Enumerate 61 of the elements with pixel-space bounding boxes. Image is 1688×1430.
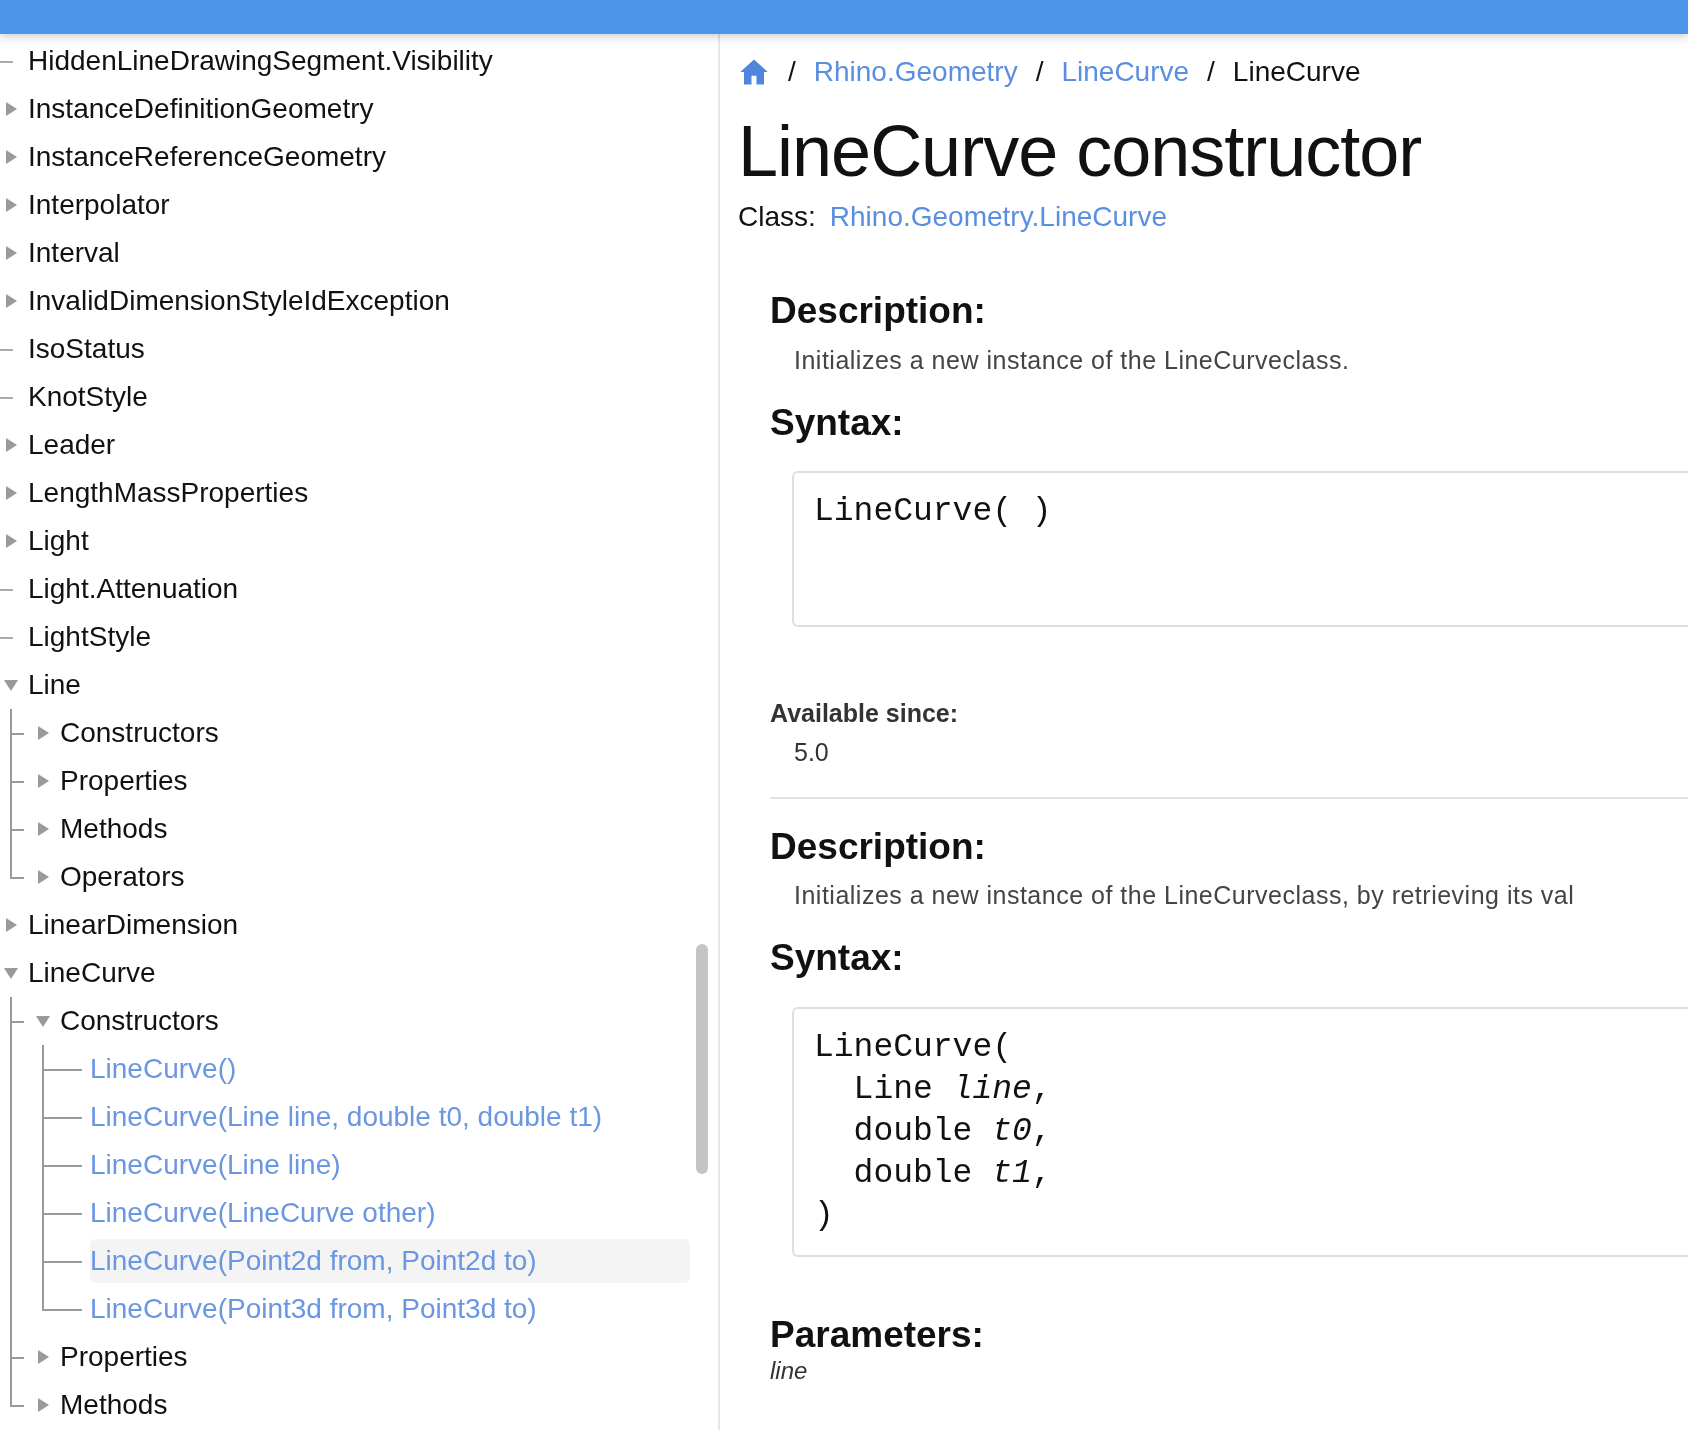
code-block: LineCurve( ) xyxy=(792,470,1688,627)
description-text: Initializes a new instance of the LineCurveclass. xyxy=(794,345,1351,375)
description-text: Initializes a new instance of the LineCurveclass, by retrieving its val xyxy=(794,881,1576,911)
triangle-right-icon[interactable] xyxy=(4,246,18,260)
section-heading: Syntax: xyxy=(770,400,905,445)
tree-item[interactable]: Interval xyxy=(28,237,120,269)
home-icon[interactable] xyxy=(738,57,770,87)
breadcrumb-separator: / xyxy=(1207,56,1215,88)
triangle-right-icon[interactable] xyxy=(4,150,18,164)
triangle-right-icon[interactable] xyxy=(4,102,18,116)
breadcrumb-separator: / xyxy=(1035,56,1044,88)
section-heading: Description: xyxy=(770,824,987,869)
scrollbar-thumb[interactable] xyxy=(696,944,708,1174)
tree-item[interactable]: Interpolator xyxy=(28,189,170,221)
section-heading: Description: xyxy=(770,289,987,334)
tree-item[interactable]: LightStyle xyxy=(28,621,151,653)
tree-item[interactable]: Line xyxy=(28,669,81,701)
triangle-right-icon[interactable] xyxy=(36,774,50,788)
section-heading: Parameters: xyxy=(770,1312,985,1357)
triangle-right-icon[interactable] xyxy=(4,486,18,500)
tree-item[interactable]: Leader xyxy=(28,429,116,461)
triangle-right-icon[interactable] xyxy=(4,294,18,308)
triangle-right-icon[interactable] xyxy=(4,534,18,548)
tree-item[interactable]: IsoStatus xyxy=(28,333,145,365)
tree-item[interactable]: Light xyxy=(28,525,89,557)
tree-item[interactable]: InstanceDefinitionGeometry xyxy=(28,93,374,125)
triangle-down-icon[interactable] xyxy=(4,678,18,692)
triangle-right-icon[interactable] xyxy=(36,870,50,884)
tree-item[interactable]: InvalidDimensionStyleIdException xyxy=(28,285,450,317)
breadcrumb-separator: / xyxy=(788,56,796,88)
tree-item[interactable]: Constructors xyxy=(60,717,219,749)
tree-item[interactable]: LinearDimension xyxy=(28,909,239,941)
tree-item[interactable]: LineCurve xyxy=(28,957,156,989)
tree-item[interactable]: Methods xyxy=(60,813,168,845)
triangle-down-icon[interactable] xyxy=(36,1014,50,1028)
tree-item[interactable]: Properties xyxy=(60,765,188,797)
available-since-label: Available since: xyxy=(770,698,960,728)
triangle-right-icon[interactable] xyxy=(36,1350,50,1364)
tree-item[interactable]: Constructors xyxy=(60,1005,219,1037)
triangle-right-icon[interactable] xyxy=(4,918,18,932)
tree-item[interactable]: Properties xyxy=(60,1341,188,1373)
version-text: 5.0 xyxy=(794,737,830,767)
page-title: LineCurve constructor xyxy=(738,112,1423,192)
tree-item[interactable]: Light.Attenuation xyxy=(28,573,239,605)
tree-item[interactable]: Operators xyxy=(60,861,185,893)
triangle-right-icon[interactable] xyxy=(36,726,50,740)
class-label: Class: xyxy=(738,201,816,234)
parameter-name: line xyxy=(770,1357,809,1386)
tree-item[interactable]: LengthMassProperties xyxy=(28,477,309,509)
triangle-down-icon[interactable] xyxy=(4,966,18,980)
tree-item[interactable]: Methods xyxy=(60,1389,168,1421)
code-block: LineCurve( Line line, double t0, double t1, ) xyxy=(792,1006,1688,1257)
triangle-right-icon[interactable] xyxy=(4,438,18,452)
breadcrumb-current: LineCurve xyxy=(1232,56,1361,88)
tree-item[interactable]: InstanceReferenceGeometry xyxy=(28,141,386,173)
tree-item[interactable]: HiddenLineDrawingSegment.Visibility xyxy=(28,45,493,77)
triangle-right-icon[interactable] xyxy=(36,1398,50,1412)
triangle-right-icon[interactable] xyxy=(4,198,18,212)
triangle-right-icon[interactable] xyxy=(36,822,50,836)
section-heading: Syntax: xyxy=(770,936,905,981)
tree-item[interactable]: KnotStyle xyxy=(28,381,148,413)
